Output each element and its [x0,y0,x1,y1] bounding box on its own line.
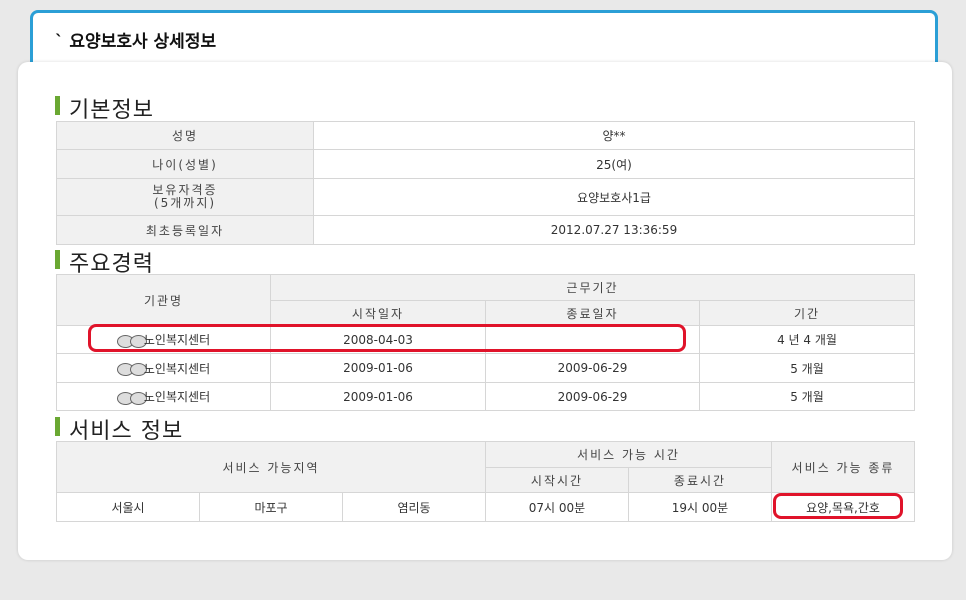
label-age-gender: 나이(성별) [56,149,314,179]
section-title-basic-info: 기본정보 [55,92,154,124]
service-types: 요양,목욕,간호 [771,492,916,522]
header-org-name: 기관명 [56,274,271,326]
service-table: 서비스 가능지역 서비스 가능 시간 서비스 가능 종류 시작시간 종료시간 서… [56,441,916,522]
value-age-gender: 25(여) [313,149,915,179]
career-org: 노인복지센터 [56,382,271,411]
label-certificates: 보유자격증 (5개까지) [56,178,314,216]
table-row: 기관명 근무기간 [56,274,916,326]
table-row: 성명 양** [56,121,915,150]
table-row: 노인복지센터 2008-04-03 4 년 4 개월 [56,325,916,354]
service-dong: 염리동 [342,492,486,522]
career-duration: 5 개월 [698,353,916,383]
basic-info-table: 성명 양** 나이(성별) 25(여) 보유자격증 (5개까지) 요양보호사1급… [56,121,915,245]
career-duration: 5 개월 [698,382,916,411]
page-title: ` 요양보호사 상세정보 [55,32,217,52]
career-org: 노인복지센터 [56,353,271,383]
masked-name-icon [116,334,147,348]
header-service-time: 서비스 가능 시간 [484,441,773,468]
career-end: 2009-06-29 [485,353,700,383]
header-end-date: 종료일자 [485,300,700,326]
career-table: 기관명 근무기간 시작일자 종료일자 기간 노인복지센터 2008-04-03 … [56,274,916,411]
value-name: 양** [313,121,915,150]
table-row: 보유자격증 (5개까지) 요양보호사1급 [56,178,915,216]
label-first-registered: 최초등록일자 [56,215,314,245]
service-end-time: 19시 00분 [627,492,773,522]
table-row: 나이(성별) 25(여) [56,149,915,179]
value-first-registered: 2012.07.27 13:36:59 [313,215,915,245]
career-start: 2009-01-06 [270,353,486,383]
page-header: ` 요양보호사 상세정보 [30,10,938,66]
header-start-date: 시작일자 [270,300,486,326]
masked-name-icon [116,391,147,405]
career-end: 2009-06-29 [485,382,700,411]
career-start: 2008-04-03 [270,325,486,354]
service-district: 마포구 [199,492,343,522]
career-end [485,325,700,354]
value-certificates: 요양보호사1급 [313,178,915,216]
table-row: 최초등록일자 2012.07.27 13:36:59 [56,215,915,245]
label-name: 성명 [56,121,314,150]
table-row: 노인복지센터 2009-01-06 2009-06-29 5 개월 [56,353,916,383]
masked-name-icon [116,362,147,376]
career-duration: 4 년 4 개월 [698,325,916,354]
table-row: 서비스 가능지역 서비스 가능 시간 서비스 가능 종류 [56,441,916,493]
header-start-time: 시작시간 [485,467,629,493]
header-service-type: 서비스 가능 종류 [771,441,916,493]
table-row: 노인복지센터 2009-01-06 2009-06-29 5 개월 [56,382,916,411]
career-start: 2009-01-06 [270,382,486,411]
header-duration: 기간 [698,300,916,326]
header-work-period: 근무기간 [269,274,916,301]
service-start-time: 07시 00분 [485,492,629,522]
service-city: 서울시 [56,492,200,522]
career-org: 노인복지센터 [56,325,271,354]
header-service-area: 서비스 가능지역 [56,441,486,493]
table-row: 서울시 마포구 염리동 07시 00분 19시 00분 요양,목욕,간호 [56,492,916,522]
header-end-time: 종료시간 [627,467,773,493]
